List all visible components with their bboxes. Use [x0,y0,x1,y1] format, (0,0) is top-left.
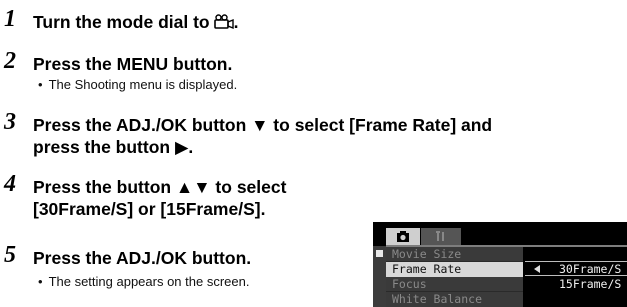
step-title-line-2: [30Frame/S] or [15Frame/S]. [33,199,266,219]
step-note: • The Shooting menu is displayed. [38,77,238,92]
step-title-line-1: Press the ADJ./OK button ▼ to select [Fr… [33,115,493,135]
selection-arrow-icon [534,265,540,273]
bullet: • [38,77,43,92]
step-title: Press the MENU button. [33,54,233,74]
camera-lcd-menu: Movie Size Frame Rate Focus White Balanc… [373,222,627,307]
wrench-icon [436,231,444,241]
option-30-frame: 30Frame/S [525,261,627,276]
step-note: • The setting appears on the screen. [38,274,250,289]
menu-item-movie-size: Movie Size [386,247,523,262]
step-title: Turn the mode dial to . [33,10,239,36]
step-number: 5 [4,242,16,268]
step-title: Press the ADJ./OK button. [33,248,252,268]
setup-tab [421,228,461,245]
step-number: 4 [4,171,16,197]
menu-tab-bar [373,222,627,247]
shooting-tab [386,228,420,245]
option-15-frame: 15Frame/S [559,277,622,291]
step-title-line-2: press the button ▶. [33,137,194,157]
movie-camera-icon [213,12,234,36]
bullet: • [38,274,43,289]
menu-item-frame-rate: Frame Rate [386,262,523,277]
frame-rate-options: 30Frame/S 15Frame/S [525,247,627,307]
step-title-line-1: Press the button ▲▼ to select [33,177,287,197]
menu-item-white-balance: White Balance [392,292,483,306]
menu-side-bar [373,246,386,307]
menu-item-focus: Focus [386,277,523,292]
menu-page-indicator [376,250,383,257]
menu-item-list: Movie Size Frame Rate Focus White Balanc… [386,247,523,307]
step-number: 2 [4,48,16,74]
step-number: 3 [4,109,16,135]
step-number: 1 [4,6,16,32]
camera-icon [397,231,409,242]
